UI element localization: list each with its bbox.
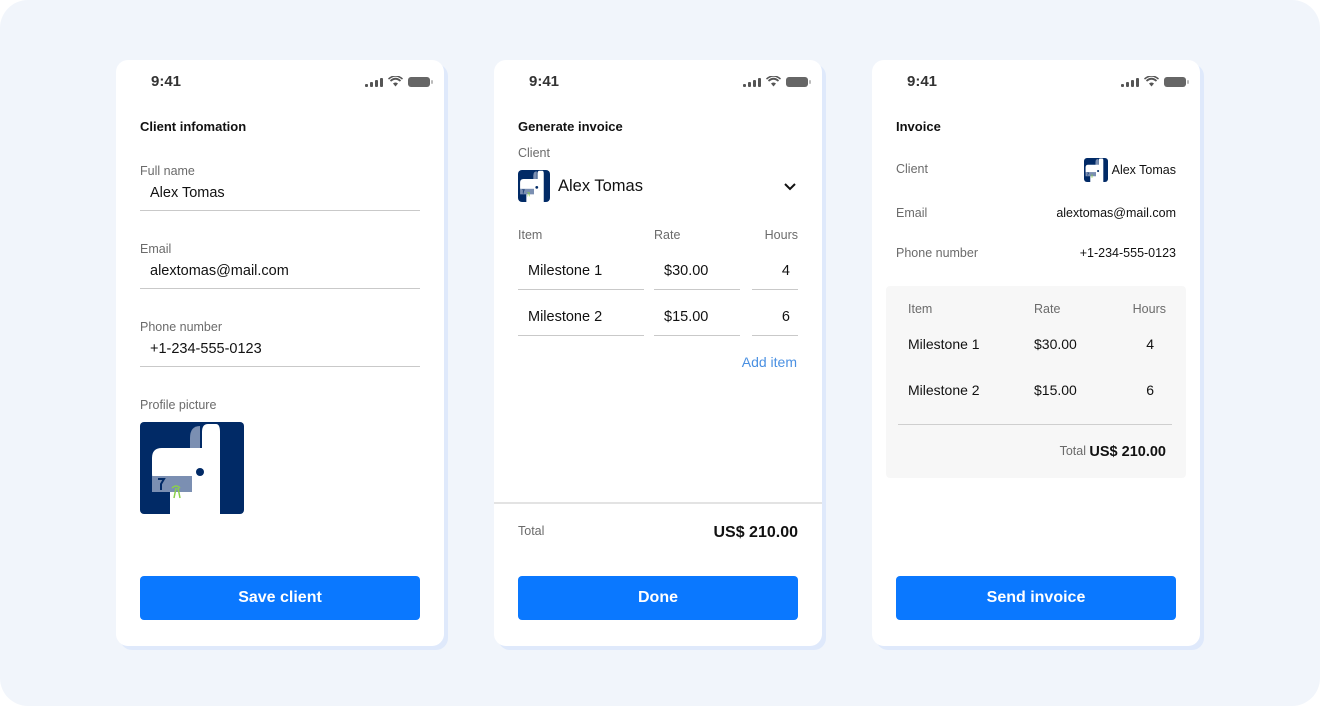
- column-item: Item: [518, 228, 543, 242]
- save-client-button[interactable]: Save client: [140, 576, 420, 620]
- wifi-icon: [1144, 76, 1159, 87]
- page-title: Invoice: [896, 119, 941, 134]
- wifi-icon: [388, 76, 403, 87]
- status-time: 9:41: [529, 73, 560, 90]
- battery-icon: [1164, 76, 1189, 87]
- status-bar: 9:41: [116, 72, 444, 92]
- field-label: Full name: [140, 164, 195, 178]
- hours-input[interactable]: 4: [752, 254, 798, 290]
- column-hours: Hours: [1132, 302, 1166, 316]
- total-value: US$ 210.00: [1089, 444, 1166, 460]
- item-name: Milestone 1: [908, 336, 980, 352]
- profile-picture[interactable]: [140, 422, 244, 514]
- client-label: Client: [896, 162, 928, 176]
- signal-icon: [743, 77, 761, 87]
- full-name-input[interactable]: Alex Tomas: [140, 185, 420, 211]
- divider: [898, 424, 1172, 425]
- email-input[interactable]: alextomas@mail.com: [140, 263, 420, 289]
- email-field[interactable]: Email alextomas@mail.com: [140, 242, 420, 289]
- table-row: Milestone 2 $15.00 6: [518, 300, 798, 336]
- client-label: Client: [518, 146, 550, 160]
- item-input[interactable]: Milestone 1: [518, 254, 644, 290]
- client-dropdown[interactable]: Alex Tomas: [518, 170, 798, 202]
- table-row: Milestone 1 $30.00 4: [518, 254, 798, 290]
- page-title: Generate invoice: [518, 119, 623, 134]
- column-item: Item: [908, 302, 933, 316]
- phone-field[interactable]: Phone number +1-234-555-0123: [140, 320, 420, 367]
- generate-invoice-screen: 9:41 Generate invoice Client Alex Tomas …: [494, 60, 822, 646]
- add-item-button[interactable]: Add item: [742, 354, 797, 370]
- wifi-icon: [766, 76, 781, 87]
- field-label: Email: [140, 242, 172, 256]
- send-invoice-button[interactable]: Send invoice: [896, 576, 1176, 620]
- battery-icon: [408, 76, 433, 87]
- status-time: 9:41: [151, 73, 182, 90]
- item-hours: 6: [1146, 382, 1154, 398]
- column-hours: Hours: [764, 228, 798, 242]
- page-title: Client infomation: [140, 119, 247, 134]
- field-label: Phone number: [140, 320, 223, 334]
- full-name-field[interactable]: Full name Alex Tomas: [140, 164, 420, 211]
- items-table-header: Item Rate Hours: [518, 228, 798, 244]
- battery-icon: [786, 76, 811, 87]
- llama-avatar-icon: [518, 170, 550, 202]
- email-row: Email alextomas@mail.com: [896, 202, 1176, 226]
- client-row: Client Alex Tomas: [896, 158, 1176, 182]
- hours-input[interactable]: 6: [752, 300, 798, 336]
- chevron-down-icon[interactable]: [782, 178, 798, 194]
- invoice-summary: Item Rate Hours Milestone 1 $30.00 4 Mil…: [886, 286, 1186, 478]
- phone-row: Phone number +1-234-555-0123: [896, 242, 1176, 266]
- signal-icon: [1121, 77, 1139, 87]
- total-value: US$ 210.00: [713, 524, 798, 541]
- signal-icon: [365, 77, 383, 87]
- column-rate: Rate: [654, 228, 681, 242]
- client-name: Alex Tomas: [1111, 163, 1176, 177]
- email-value: alextomas@mail.com: [1056, 206, 1176, 220]
- client-info-screen: 9:41 Client infomation Full name Alex To…: [116, 60, 444, 646]
- item-input[interactable]: Milestone 2: [518, 300, 644, 336]
- divider: [494, 502, 822, 504]
- client-avatar: [518, 170, 550, 202]
- client-name: Alex Tomas: [558, 176, 643, 195]
- item-name: Milestone 2: [908, 382, 980, 398]
- item-rate: $30.00: [1034, 336, 1077, 352]
- phone-label: Phone number: [896, 246, 979, 260]
- client-avatar: [1084, 158, 1108, 182]
- invoice-screen: 9:41 Invoice Client Alex Tomas Email ale…: [872, 60, 1200, 646]
- email-label: Email: [896, 206, 928, 220]
- phone-value: +1-234-555-0123: [1079, 246, 1176, 260]
- item-hours: 4: [1146, 336, 1154, 352]
- llama-avatar-icon: [1084, 158, 1108, 182]
- phone-input[interactable]: +1-234-555-0123: [140, 341, 420, 367]
- item-rate: $15.00: [1034, 382, 1077, 398]
- rate-input[interactable]: $30.00: [654, 254, 740, 290]
- total-label: Total: [1059, 444, 1086, 458]
- status-bar: 9:41: [494, 72, 822, 92]
- total-label: Total: [518, 524, 545, 538]
- done-button[interactable]: Done: [518, 576, 798, 620]
- column-rate: Rate: [1034, 302, 1061, 316]
- status-bar: 9:41: [872, 72, 1200, 92]
- status-time: 9:41: [907, 73, 938, 90]
- rate-input[interactable]: $15.00: [654, 300, 740, 336]
- profile-picture-label: Profile picture: [140, 398, 217, 412]
- llama-avatar-icon: [140, 422, 244, 514]
